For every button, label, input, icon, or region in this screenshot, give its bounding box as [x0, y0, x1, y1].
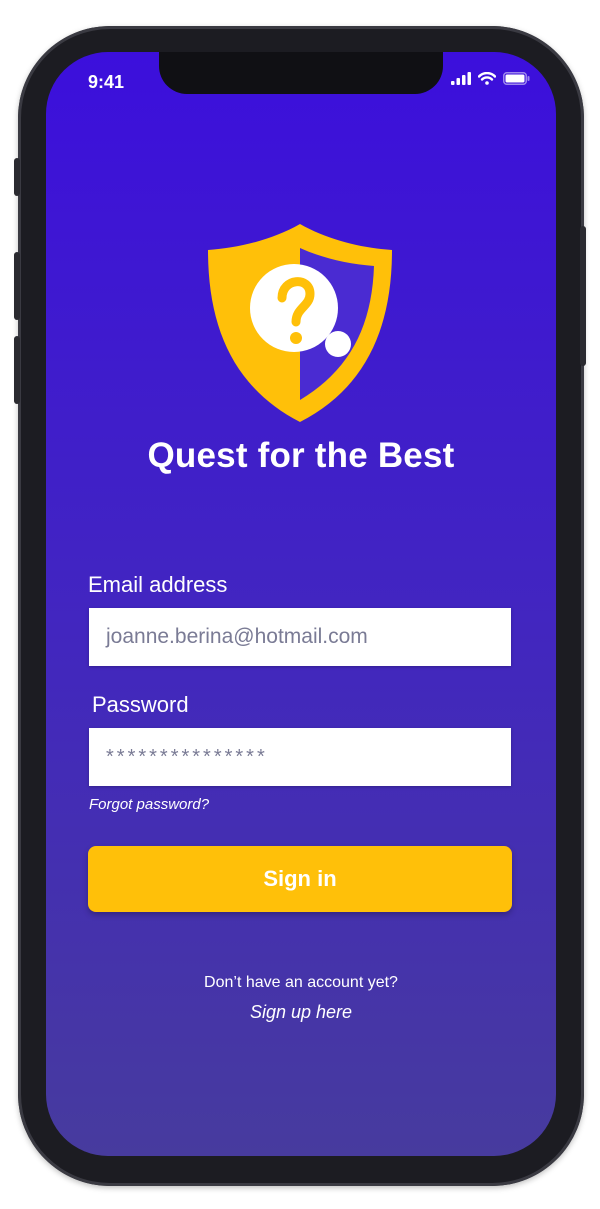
no-account-text: Don’t have an account yet? [204, 974, 398, 991]
sign-in-button[interactable]: Sign in [88, 846, 512, 912]
sign-up-link[interactable]: Sign up here [46, 1002, 556, 1023]
status-icons [451, 72, 530, 85]
email-label: Email address [88, 572, 228, 597]
app-title: Quest for the Best [147, 436, 455, 475]
volume-down-button [14, 336, 20, 404]
notch [159, 52, 443, 94]
power-button [580, 226, 586, 366]
silent-switch [14, 158, 20, 196]
email-field[interactable]: joanne.berina@hotmail.com [89, 608, 511, 666]
status-time: 9:41 [88, 72, 125, 92]
cellular-signal-icon [451, 72, 471, 85]
wifi-icon [478, 72, 496, 85]
forgot-password-link[interactable]: Forgot password? [89, 796, 209, 813]
volume-up-button [14, 252, 20, 320]
shield-question-icon [208, 224, 392, 422]
password-field[interactable]: *************** [89, 728, 511, 786]
password-label: Password [92, 692, 189, 717]
battery-icon [503, 72, 530, 85]
login-screen: 9:41 Quest for the Best Email address jo… [46, 52, 556, 1156]
